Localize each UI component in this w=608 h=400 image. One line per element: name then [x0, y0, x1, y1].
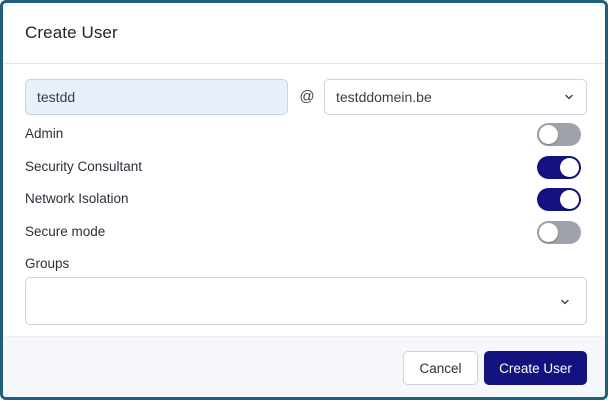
domain-select[interactable]: testddomein.be [324, 79, 587, 115]
cancel-button[interactable]: Cancel [403, 351, 478, 385]
toggle-label-secure-mode: Secure mode [25, 224, 106, 239]
network-isolation-toggle[interactable] [537, 188, 581, 211]
dialog-body: @ testddomein.be Admin Security Consulta… [3, 65, 605, 339]
toggle-row-security-consultant: Security Consultant [25, 156, 581, 180]
toggle-knob [539, 223, 558, 242]
toggle-label-admin: Admin [25, 126, 64, 141]
groups-label: Groups [25, 256, 70, 271]
toggle-row-network-isolation: Network Isolation [25, 188, 581, 212]
security-consultant-toggle[interactable] [537, 156, 581, 179]
chevron-down-icon [552, 80, 586, 114]
chevron-down-icon [548, 285, 582, 319]
create-user-button[interactable]: Create User [484, 351, 587, 385]
dialog-footer: Cancel Create User [3, 336, 605, 397]
toggle-knob [539, 125, 558, 144]
secure-mode-toggle[interactable] [537, 221, 581, 244]
email-row: @ testddomein.be [25, 79, 587, 115]
toggle-knob [560, 158, 579, 177]
create-user-dialog: Create User @ testddomein.be Admin Secur… [0, 0, 608, 400]
username-input[interactable] [25, 79, 288, 115]
at-symbol: @ [299, 88, 315, 105]
domain-select-value: testddomein.be [336, 89, 432, 105]
dialog-header: Create User [3, 3, 605, 64]
admin-toggle[interactable] [537, 123, 581, 146]
dialog-title: Create User [25, 23, 118, 42]
toggle-label-network-isolation: Network Isolation [25, 191, 129, 206]
toggle-knob [560, 190, 579, 209]
groups-select[interactable] [25, 277, 587, 325]
toggle-row-admin: Admin [25, 123, 581, 147]
toggle-label-security-consultant: Security Consultant [25, 159, 143, 174]
toggle-row-secure-mode: Secure mode [25, 221, 581, 245]
